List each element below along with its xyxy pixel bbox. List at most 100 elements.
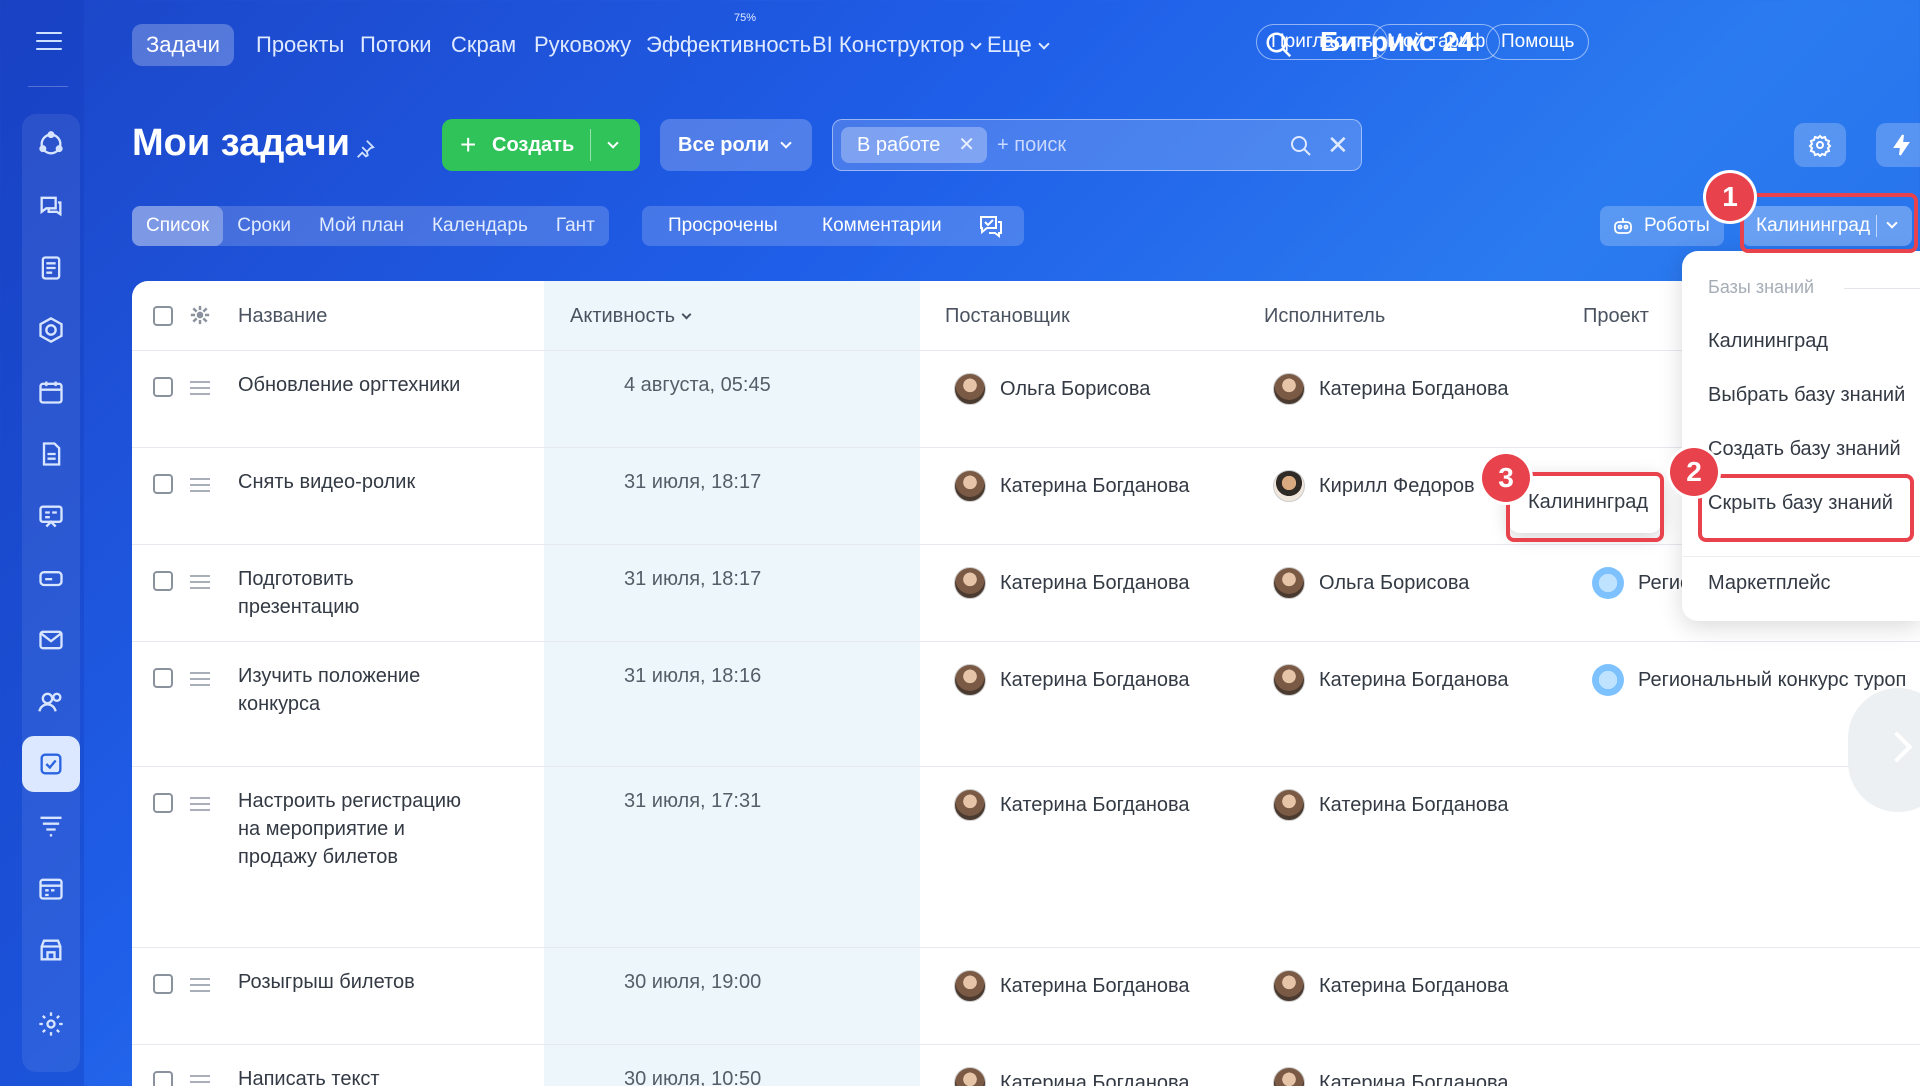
pin-icon[interactable] <box>354 138 376 160</box>
clear-filter-icon[interactable]: ✕ <box>1327 130 1349 161</box>
row-checkbox[interactable] <box>153 793 173 813</box>
list-settings-button[interactable] <box>1794 123 1846 167</box>
calendar-icon[interactable] <box>22 364 80 420</box>
tab-gantt[interactable]: Гант <box>542 206 609 246</box>
task-creator[interactable]: Катерина Богданова <box>954 789 1190 821</box>
table-row[interactable]: Написать текст 30 июля, 10:50 Катерина Бог… <box>132 1045 1920 1086</box>
schedule-icon[interactable] <box>22 860 80 916</box>
select-all-checkbox[interactable] <box>153 306 173 326</box>
dropdown-item-kaliningrad[interactable]: Калининград <box>1708 330 1828 353</box>
tasks-icon[interactable] <box>22 736 80 792</box>
task-name[interactable]: Розыгрыш билетов <box>238 968 468 996</box>
tab-list[interactable]: Список <box>132 206 224 246</box>
store-icon[interactable] <box>22 922 80 978</box>
settings-gear-icon[interactable] <box>22 996 80 1052</box>
row-checkbox[interactable] <box>153 474 173 494</box>
feed-icon[interactable] <box>22 116 80 172</box>
document-icon[interactable] <box>22 426 80 482</box>
filter-search-box[interactable]: В работе ✕ + поиск ✕ <box>832 119 1362 171</box>
task-name[interactable]: Написать текст <box>238 1065 468 1086</box>
header-project[interactable]: Проект <box>1583 305 1649 328</box>
nav-flows[interactable]: Потоки <box>346 24 446 66</box>
robots-button[interactable]: Роботы <box>1600 206 1724 246</box>
table-row[interactable]: Настроить регистрацию на мероприятие и п… <box>132 767 1920 948</box>
nav-scrum[interactable]: Скрам <box>437 24 530 66</box>
filter-tag-in-progress[interactable]: В работе ✕ <box>841 127 987 163</box>
task-creator[interactable]: Катерина Богданова <box>954 970 1190 1002</box>
create-task-button[interactable]: + Создать <box>442 119 640 171</box>
tab-my-plan[interactable]: Мой план <box>305 206 418 246</box>
funnel-icon[interactable] <box>22 798 80 854</box>
task-assignee[interactable]: Ольга Борисова <box>1273 567 1469 599</box>
header-activity[interactable]: Активность <box>570 305 692 328</box>
task-project[interactable]: Региональный конкурс туроп <box>1592 664 1906 696</box>
overdue-counter[interactable]: Просрочены <box>668 206 778 246</box>
drag-handle-icon[interactable] <box>190 672 210 686</box>
header-creator[interactable]: Постановщик <box>945 305 1070 328</box>
nav-projects[interactable]: Проекты <box>242 24 358 66</box>
row-checkbox[interactable] <box>153 1071 173 1086</box>
task-creator[interactable]: Катерина Богданова <box>954 470 1190 502</box>
task-name[interactable]: Снять видео-ролик <box>238 468 468 496</box>
tab-calendar[interactable]: Календарь <box>418 206 542 246</box>
drag-handle-icon[interactable] <box>190 575 210 589</box>
drag-handle-icon[interactable] <box>190 1075 210 1086</box>
dropdown-item-marketplace[interactable]: Маркетплейс <box>1708 572 1831 595</box>
drag-handle-icon[interactable] <box>190 381 210 395</box>
table-row[interactable]: Обновление оргтехники 4 августа, 05:45 Оль… <box>132 351 1920 448</box>
dropdown-item-create-kb[interactable]: Создать базу знаний <box>1708 438 1901 461</box>
task-assignee[interactable]: Катерина Богданова <box>1273 1067 1509 1086</box>
task-assignee[interactable]: Катерина Богданова <box>1273 373 1509 405</box>
automation-button[interactable] <box>1876 123 1920 167</box>
drive-icon[interactable] <box>22 550 80 606</box>
dropdown-item-choose-kb[interactable]: Выбрать базу знаний <box>1708 384 1905 407</box>
task-name[interactable]: Подготовить презентацию <box>238 565 468 621</box>
nav-efficiency[interactable]: Эффективность <box>632 24 825 66</box>
task-creator[interactable]: Катерина Богданова <box>954 1067 1190 1086</box>
task-name[interactable]: Настроить регистрацию на мероприятие и п… <box>238 787 468 871</box>
task-assignee[interactable]: Катерина Богданова <box>1273 664 1509 696</box>
docs-icon[interactable] <box>22 240 80 296</box>
task-creator[interactable]: Ольга Борисова <box>954 373 1150 405</box>
nav-more[interactable]: Еще <box>973 24 1062 66</box>
nav-supervising[interactable]: Руковожу <box>520 24 645 66</box>
task-name[interactable]: Изучить положение конкурса <box>238 662 468 718</box>
task-name[interactable]: Обновление оргтехники <box>238 371 468 399</box>
table-row[interactable]: Розыгрыш билетов 30 июля, 19:00 Катерина Б… <box>132 948 1920 1045</box>
search-placeholder[interactable]: + поиск <box>997 134 1066 157</box>
task-creator[interactable]: Катерина Богданова <box>954 664 1190 696</box>
board-icon[interactable] <box>22 488 80 544</box>
drag-handle-icon[interactable] <box>190 797 210 811</box>
menu-icon[interactable] <box>36 32 62 52</box>
table-row[interactable]: Подготовить презентацию 31 июля, 18:17 Кат… <box>132 545 1920 642</box>
mail-icon[interactable] <box>22 612 80 668</box>
row-checkbox[interactable] <box>153 377 173 397</box>
my-tariff-button[interactable]: Мой тариф <box>1372 24 1501 60</box>
column-settings-icon[interactable] <box>190 305 210 325</box>
tab-deadlines[interactable]: Сроки <box>223 206 305 246</box>
drag-handle-icon[interactable] <box>190 478 210 492</box>
help-button[interactable]: Помощь <box>1486 24 1590 60</box>
row-checkbox[interactable] <box>153 668 173 688</box>
nav-bi-builder[interactable]: BI Конструктор <box>798 24 994 66</box>
nav-tasks[interactable]: Задачи <box>132 24 234 66</box>
hexagon-icon[interactable] <box>22 302 80 358</box>
comments-counter[interactable]: Комментарии <box>822 206 942 246</box>
row-checkbox[interactable] <box>153 571 173 591</box>
search-icon[interactable] <box>1289 134 1313 158</box>
roles-filter-button[interactable]: Все роли <box>660 119 812 171</box>
remove-tag-icon[interactable]: ✕ <box>958 127 975 163</box>
header-assignee[interactable]: Исполнитель <box>1264 305 1385 328</box>
task-assignee[interactable]: Катерина Богданова <box>1273 789 1509 821</box>
header-name[interactable]: Название <box>238 305 327 328</box>
chat-icon[interactable] <box>22 178 80 234</box>
task-creator[interactable]: Катерина Богданова <box>954 567 1190 599</box>
task-assignee[interactable]: Катерина Богданова <box>1273 970 1509 1002</box>
invite-button[interactable]: Пригласить <box>1256 24 1388 60</box>
comment-check-icon[interactable] <box>978 214 1004 238</box>
chevron-down-icon[interactable] <box>607 137 619 149</box>
scroll-right-button[interactable] <box>1848 688 1920 812</box>
row-checkbox[interactable] <box>153 974 173 994</box>
drag-handle-icon[interactable] <box>190 978 210 992</box>
table-row[interactable]: Изучить положение конкурса 31 июля, 18:16… <box>132 642 1920 767</box>
